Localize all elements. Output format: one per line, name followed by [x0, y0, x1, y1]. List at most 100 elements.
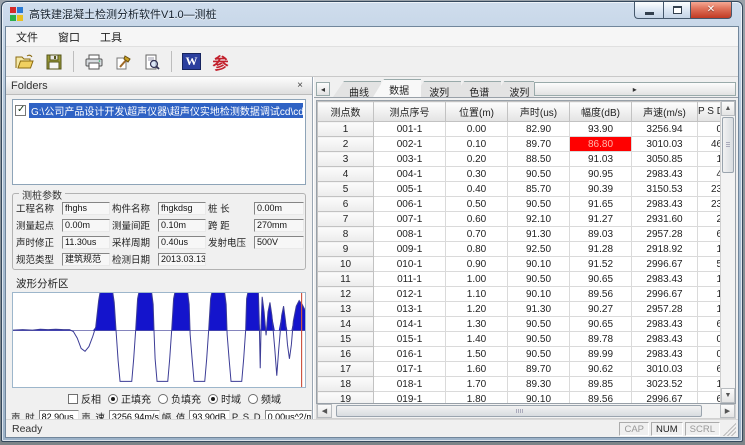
table-row[interactable]: 14014-11.3090.5090.652983.436.40: [318, 317, 721, 332]
col-header[interactable]: 声速(m/s): [632, 102, 698, 122]
col-header[interactable]: 声时(us): [508, 102, 570, 122]
scroll-right-icon[interactable]: ▶: [720, 404, 735, 418]
data-cell: 89.78: [570, 332, 632, 347]
data-cell: 90.50: [508, 197, 570, 212]
print-preview-button[interactable]: [138, 49, 165, 74]
folders-caption-label: Folders: [11, 80, 48, 92]
pile-length-field[interactable]: 0.00m: [254, 202, 304, 215]
parameters-button[interactable]: 参: [207, 49, 234, 74]
horizontal-scrollbar[interactable]: ◀ ▶: [316, 404, 736, 419]
neg-fill-radio[interactable]: [158, 394, 168, 404]
tab-scroll-left-icon[interactable]: ◂: [316, 82, 330, 96]
menu-window[interactable]: 窗口: [56, 28, 82, 46]
col-header[interactable]: 测点序号: [374, 102, 446, 122]
scroll-down-icon[interactable]: ▼: [721, 388, 735, 403]
table-row[interactable]: 7007-10.6092.1091.272931.6025.6: [318, 212, 721, 227]
transmit-voltage-field[interactable]: 500V: [254, 236, 304, 249]
detection-date-field[interactable]: 2013.03.13: [158, 253, 206, 266]
data-cell: 0.80: [446, 242, 508, 257]
col-header[interactable]: 位置(m): [446, 102, 508, 122]
table-row[interactable]: 6006-10.5090.5091.652983.43230.4: [318, 197, 721, 212]
table-row[interactable]: 11011-11.0090.5090.652983.431.60: [318, 272, 721, 287]
waveform-plot[interactable]: [12, 292, 306, 388]
row-index-cell: 5: [318, 182, 374, 197]
row-index-cell: 6: [318, 197, 374, 212]
close-button[interactable]: ✕: [690, 2, 732, 19]
table-row[interactable]: 15015-11.4090.5089.782983.430.00: [318, 332, 721, 347]
save-button[interactable]: [40, 49, 67, 74]
table-row[interactable]: 3003-10.2088.5091.033050.8514.4: [318, 152, 721, 167]
tree-checkbox[interactable]: [15, 105, 26, 116]
open-file-button[interactable]: [11, 49, 38, 74]
scroll-left-icon[interactable]: ◀: [317, 404, 332, 418]
table-row[interactable]: 10010-10.9090.1091.522996.6757.6: [318, 257, 721, 272]
data-cell: 91.03: [570, 152, 632, 167]
data-cell: 007-1: [374, 212, 446, 227]
standard-type-field[interactable]: 建筑规范: [62, 253, 110, 266]
menu-tools[interactable]: 工具: [98, 28, 124, 46]
table-row[interactable]: 13013-11.2091.3090.272957.2814.4: [318, 302, 721, 317]
data-cell: 3050.85: [632, 152, 698, 167]
table-row[interactable]: 8008-10.7091.3089.032957.286.40: [318, 227, 721, 242]
pos-fill-radio[interactable]: [108, 394, 118, 404]
field-label: 发射电压: [208, 235, 252, 249]
sampling-period-field[interactable]: 0.40us: [158, 236, 206, 249]
freq-domain-radio[interactable]: [248, 394, 258, 404]
project-name-field[interactable]: fhghs: [62, 202, 110, 215]
horizontal-scroll-thumb[interactable]: [336, 405, 702, 417]
status-bar: Ready CAP NUM SCRL: [6, 419, 738, 437]
time-domain-radio[interactable]: [208, 394, 218, 404]
component-name-field[interactable]: fhgkdsg: [158, 202, 206, 215]
maximize-button[interactable]: [663, 2, 690, 19]
table-row[interactable]: 16016-11.5090.5089.992983.430.00: [318, 347, 721, 362]
span-distance-field[interactable]: 270mm: [254, 219, 304, 232]
invert-checkbox[interactable]: [68, 394, 78, 404]
data-cell: 002-1: [374, 137, 446, 152]
table-row[interactable]: 9009-10.8092.5091.282918.9214.4: [318, 242, 721, 257]
panel-close-icon[interactable]: ×: [293, 79, 307, 92]
data-table-body: 1001-10.0082.9093.903256.940.002002-10.1…: [318, 122, 721, 404]
table-row[interactable]: 17017-11.6089.7090.623010.036.40: [318, 362, 721, 377]
data-cell: 2957.28: [632, 227, 698, 242]
neg-fill-control[interactable]: 负填充: [158, 391, 201, 406]
data-cell: 14.4: [698, 152, 721, 167]
vertical-scrollbar[interactable]: ▲ ▼: [720, 101, 735, 403]
report-tool-button[interactable]: [109, 49, 136, 74]
tabs: 曲线窗口 数据窗口 波列窗口 色谱窗口 波列影像: [333, 79, 534, 97]
folder-tree: G:\公司产品设计开发\超声仪器\超声仪实地检测数据调试cd\cd03\cd03…: [12, 99, 306, 185]
table-row[interactable]: 5005-10.4085.7090.393150.53230.4: [318, 182, 721, 197]
col-header[interactable]: 测点数: [318, 102, 374, 122]
title-bar[interactable]: 高铁建混凝土检测分析软件V1.0—测桩: [2, 2, 742, 26]
col-header[interactable]: P S D(us^: [698, 102, 721, 122]
sound-time-correction-field[interactable]: 11.30us: [62, 236, 110, 249]
table-row[interactable]: 19019-11.8090.1089.562996.676.40: [318, 392, 721, 404]
pos-fill-control[interactable]: 正填充: [108, 391, 151, 406]
col-header[interactable]: 幅度(dB): [570, 102, 632, 122]
invert-control[interactable]: 反相: [68, 391, 101, 406]
vertical-scroll-thumb[interactable]: [722, 117, 734, 173]
time-domain-control[interactable]: 时域: [208, 391, 241, 406]
resize-grip[interactable]: [723, 423, 736, 436]
data-cell: 90.27: [570, 302, 632, 317]
measure-interval-field[interactable]: 0.10m: [158, 219, 206, 232]
menu-file[interactable]: 文件: [14, 28, 40, 46]
table-row[interactable]: 4004-10.3090.5090.952983.4340.0: [318, 167, 721, 182]
maximize-icon: [673, 6, 682, 14]
minimize-button[interactable]: [634, 2, 663, 19]
scroll-up-icon[interactable]: ▲: [721, 101, 735, 116]
table-row[interactable]: 1001-10.0082.9093.903256.940.00: [318, 122, 721, 137]
freq-domain-control[interactable]: 频域: [248, 391, 281, 406]
table-row[interactable]: 12012-11.1090.1089.562996.671.60: [318, 287, 721, 302]
tab-scroll-right-icon[interactable]: ▸: [534, 82, 737, 96]
tree-item[interactable]: G:\公司产品设计开发\超声仪器\超声仪实地检测数据调试cd\cd03\cd03…: [15, 103, 303, 118]
data-cell: 2983.43: [632, 272, 698, 287]
measure-start-field[interactable]: 0.00m: [62, 219, 110, 232]
table-row[interactable]: 18018-11.7089.3089.853023.521.60: [318, 377, 721, 392]
tab-curve-window[interactable]: 曲线窗口: [333, 81, 381, 97]
data-cell: 3256.94: [632, 122, 698, 137]
data-cell: 91.30: [508, 227, 570, 242]
table-row[interactable]: 2002-10.1089.7086.803010.03462.4: [318, 137, 721, 152]
print-button[interactable]: [80, 49, 107, 74]
data-cell: 0.40: [446, 182, 508, 197]
word-export-button[interactable]: W: [178, 49, 205, 74]
